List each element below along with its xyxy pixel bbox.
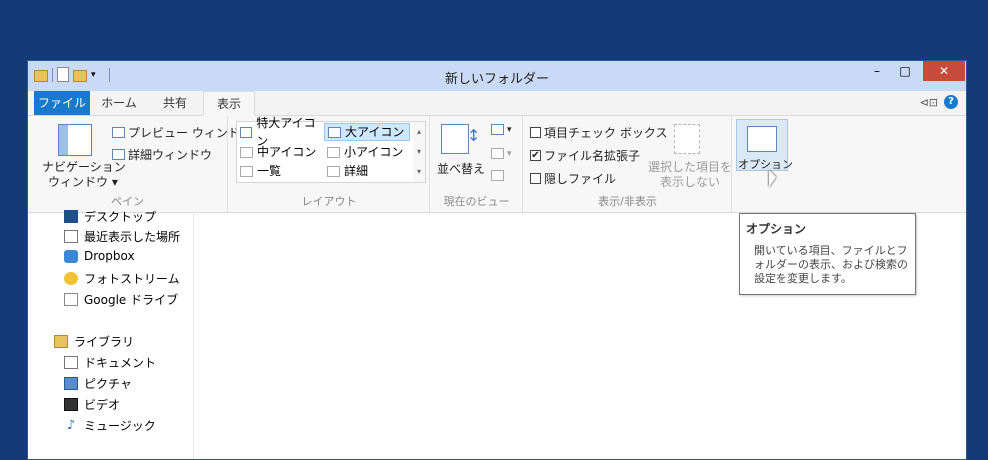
item-checkboxes-label: 項目チェック ボックス [544,126,668,140]
gallery-more-icon[interactable]: ▾ [413,162,425,182]
size-columns-icon [491,170,504,181]
navigation-pane: デスクトップ 最近表示した場所 Dropbox フォトストリーム Google … [28,210,194,459]
group-by-button[interactable]: ▾ [491,124,512,135]
small-icons-icon [327,146,340,158]
nav-item-google-drive[interactable]: Google ドライブ [64,291,178,308]
file-extensions-toggle[interactable]: ✔ ファイル名拡張子 [530,147,640,164]
layout-gallery-scroll[interactable]: ▴ ▾ ▾ [413,121,426,183]
group-options: オプション [733,116,793,212]
recent-places-icon [64,230,78,243]
tab-share[interactable]: 共有 [148,91,202,115]
add-columns-button: ▾ [491,148,512,159]
ribbon-tabs: ファイル ホーム 共有 表示 [28,91,966,116]
pictures-icon [64,377,78,390]
layout-list[interactable]: 一覧 [237,162,323,180]
options-label: オプション [738,158,793,171]
group-show-hide: 項目チェック ボックス ✔ ファイル名拡張子 隠しファイル 選択した項目を 表示… [524,116,732,212]
add-columns-icon [491,148,504,159]
tooltip-body: 開いている項目、ファイルとフォルダーの表示、および検索の設定を変更します。 [754,244,908,285]
group-layout-label: レイアウト [301,195,357,208]
ribbon: ナビゲーション ウィンドウ ▾ プレビュー ウィンドウ 詳細ウィンドウ ペイン … [28,116,966,213]
file-extensions-label: ファイル名拡張子 [544,149,641,163]
google-drive-icon [64,293,78,306]
documents-icon [64,356,78,369]
nav-item-pictures[interactable]: ピクチャ [64,375,132,392]
layout-extra-large-icons[interactable]: 特大アイコン [237,116,323,148]
nav-item-videos[interactable]: ビデオ [64,396,120,413]
layout-medium-icons[interactable]: 中アイコン [237,143,323,161]
layout-large-icons[interactable]: 大アイコン [324,123,410,141]
layout-details[interactable]: 詳細 [324,162,410,180]
navigation-pane-label-2: ウィンドウ ▾ [48,175,118,189]
medium-icons-icon [240,146,253,158]
item-checkboxes-toggle[interactable]: 項目チェック ボックス [530,124,667,141]
close-button[interactable]: ✕ [923,61,965,81]
group-pane: ナビゲーション ウィンドウ ▾ プレビュー ウィンドウ 詳細ウィンドウ ペイン [28,116,252,212]
hide-selected-label-2: 表示しない [660,175,721,189]
group-current-view-label: 現在のビュー [443,195,510,208]
navigation-pane-dropdown[interactable]: ウィンドウ ▾ [48,173,118,190]
pin-ribbon-icon[interactable]: ⊲⊡ [920,96,938,109]
help-icon[interactable]: ? [944,95,958,109]
options-button[interactable]: オプション [736,119,793,171]
music-icon: ♪ [66,418,76,433]
details-pane-label: 詳細ウィンドウ [128,148,213,162]
hidden-items-label: 隠しファイル [544,172,617,186]
group-show-hide-label: 表示/非表示 [598,195,657,208]
title-bar[interactable]: ▾ 新しいフォルダー – □ ✕ [28,61,966,91]
dropbox-icon [64,249,78,263]
extra-large-icons-icon [240,126,253,138]
tooltip-title: オプション [746,222,807,236]
photostream-icon [64,272,78,285]
desktop-icon [64,210,78,223]
window-title: 新しいフォルダー [444,72,549,87]
nav-item-library[interactable]: ライブラリ [54,333,134,350]
group-current-view: ↕ 並べ替え ▾ ▾ 現在のビュー [431,116,523,212]
tab-file[interactable]: ファイル [34,91,90,115]
layout-gallery: 特大アイコン 大アイコン 中アイコン 小アイコン 一覧 詳細 [236,116,414,183]
size-columns-button [491,170,504,181]
large-icons-icon [328,126,341,138]
details-pane-icon [112,149,125,160]
options-icon [747,126,777,152]
nav-item-documents[interactable]: ドキュメント [64,354,156,371]
hide-selected-icon [674,124,700,154]
preview-pane-icon [112,127,125,138]
ribbon-right-tools: ⊲⊡ ? [920,95,958,109]
tab-view[interactable]: 表示 [203,91,255,116]
chevron-up-icon[interactable]: ▴ [413,122,425,142]
layout-small-icons[interactable]: 小アイコン [324,143,410,161]
sort-by-label: 並べ替え [437,162,486,176]
hidden-items-toggle[interactable]: 隠しファイル [530,170,616,187]
sort-by-icon [441,124,469,154]
sort-by-button[interactable]: 並べ替え [437,160,485,177]
details-icon [327,165,340,177]
nav-item-recent[interactable]: 最近表示した場所 [64,228,180,245]
navigation-pane-icon [58,124,92,156]
group-layout: 特大アイコン 大アイコン 中アイコン 小アイコン 一覧 詳細 ▴ ▾ ▾ レイア… [229,116,430,212]
nav-item-dropbox[interactable]: Dropbox [64,249,135,263]
file-extensions-checkbox[interactable]: ✔ [530,150,541,161]
hidden-items-checkbox[interactable] [530,173,541,184]
sort-arrow-icon: ↕ [467,126,481,145]
tab-home[interactable]: ホーム [92,91,146,115]
nav-item-photostream[interactable]: フォトストリーム [64,270,180,287]
details-pane-button[interactable]: 詳細ウィンドウ [112,146,212,163]
maximize-button[interactable]: □ [892,61,918,81]
library-icon [54,335,68,348]
nav-item-music[interactable]: ♪ ミュージック [64,417,156,434]
minimize-button[interactable]: – [864,61,890,81]
chevron-down-icon[interactable]: ▾ [413,142,425,162]
mouse-cursor-icon [769,170,776,187]
list-icon [240,165,253,177]
nav-item-desktop[interactable]: デスクトップ [64,208,156,225]
group-by-icon [491,124,504,135]
options-tooltip: オプション 開いている項目、ファイルとフォルダーの表示、および検索の設定を変更し… [739,213,916,295]
videos-icon [64,398,78,411]
group-pane-label: ペイン [111,195,144,208]
item-checkboxes-checkbox[interactable] [530,127,541,138]
